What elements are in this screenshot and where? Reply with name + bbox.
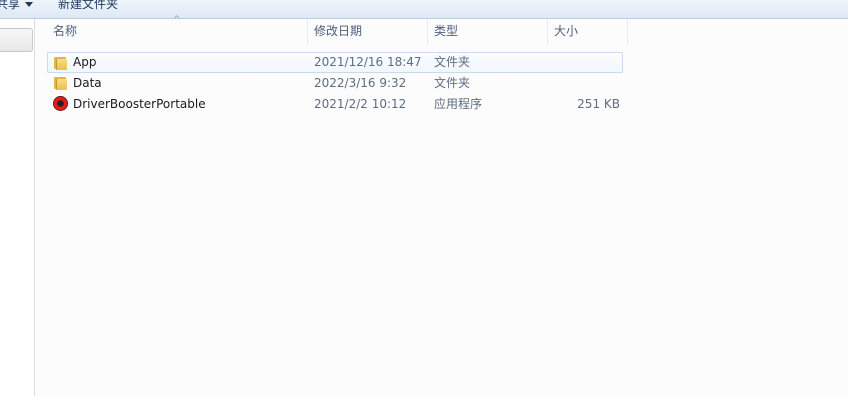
command-bar: 共享 新建文件夹	[0, 0, 848, 19]
column-header-size[interactable]: 大小	[548, 19, 628, 44]
column-header-name-label: 名称	[53, 24, 78, 38]
file-row-driverbooster[interactable]: DriverBoosterPortable 2021/2/2 10:12 应用程…	[48, 94, 624, 115]
nav-selected-item[interactable]	[0, 28, 33, 52]
file-list-view[interactable]: 名称 ^ 修改日期 类型 大小 App 2021/12/16 18:47 文件夹…	[35, 15, 848, 396]
file-type: 应用程序	[434, 97, 483, 111]
file-type: 文件夹	[434, 55, 471, 69]
share-label: 共享	[0, 0, 21, 11]
column-header-date[interactable]: 修改日期	[308, 19, 428, 44]
file-name: DriverBoosterPortable	[73, 97, 206, 111]
chevron-down-icon	[25, 2, 34, 7]
column-header-size-label: 大小	[554, 24, 579, 38]
file-row-app[interactable]: App 2021/12/16 18:47 文件夹	[47, 52, 623, 73]
share-menu-button[interactable]: 共享	[0, 0, 34, 14]
file-name: Data	[73, 76, 102, 90]
new-folder-button[interactable]: 新建文件夹	[58, 0, 118, 14]
file-row-data[interactable]: Data 2022/3/16 9:32 文件夹	[48, 73, 624, 94]
file-rows: App 2021/12/16 18:47 文件夹 Data 2022/3/16 …	[47, 52, 624, 115]
column-header-type[interactable]: 类型	[428, 19, 548, 44]
file-date: 2022/3/16 9:32	[314, 76, 407, 90]
column-header-type-label: 类型	[434, 24, 459, 38]
sort-ascending-icon: ^	[173, 15, 181, 25]
driver-booster-app-icon	[53, 96, 68, 111]
folder-icon	[53, 56, 68, 70]
file-name: App	[73, 55, 97, 69]
folder-icon	[53, 76, 68, 90]
column-header-row: 名称 ^ 修改日期 类型 大小	[47, 15, 628, 44]
file-type: 文件夹	[434, 76, 471, 90]
file-date: 2021/12/16 18:47	[314, 55, 422, 69]
file-size: 251 KB	[577, 97, 620, 111]
navigation-pane[interactable]	[0, 19, 35, 396]
column-header-date-label: 修改日期	[314, 24, 363, 38]
file-date: 2021/2/2 10:12	[314, 97, 407, 111]
